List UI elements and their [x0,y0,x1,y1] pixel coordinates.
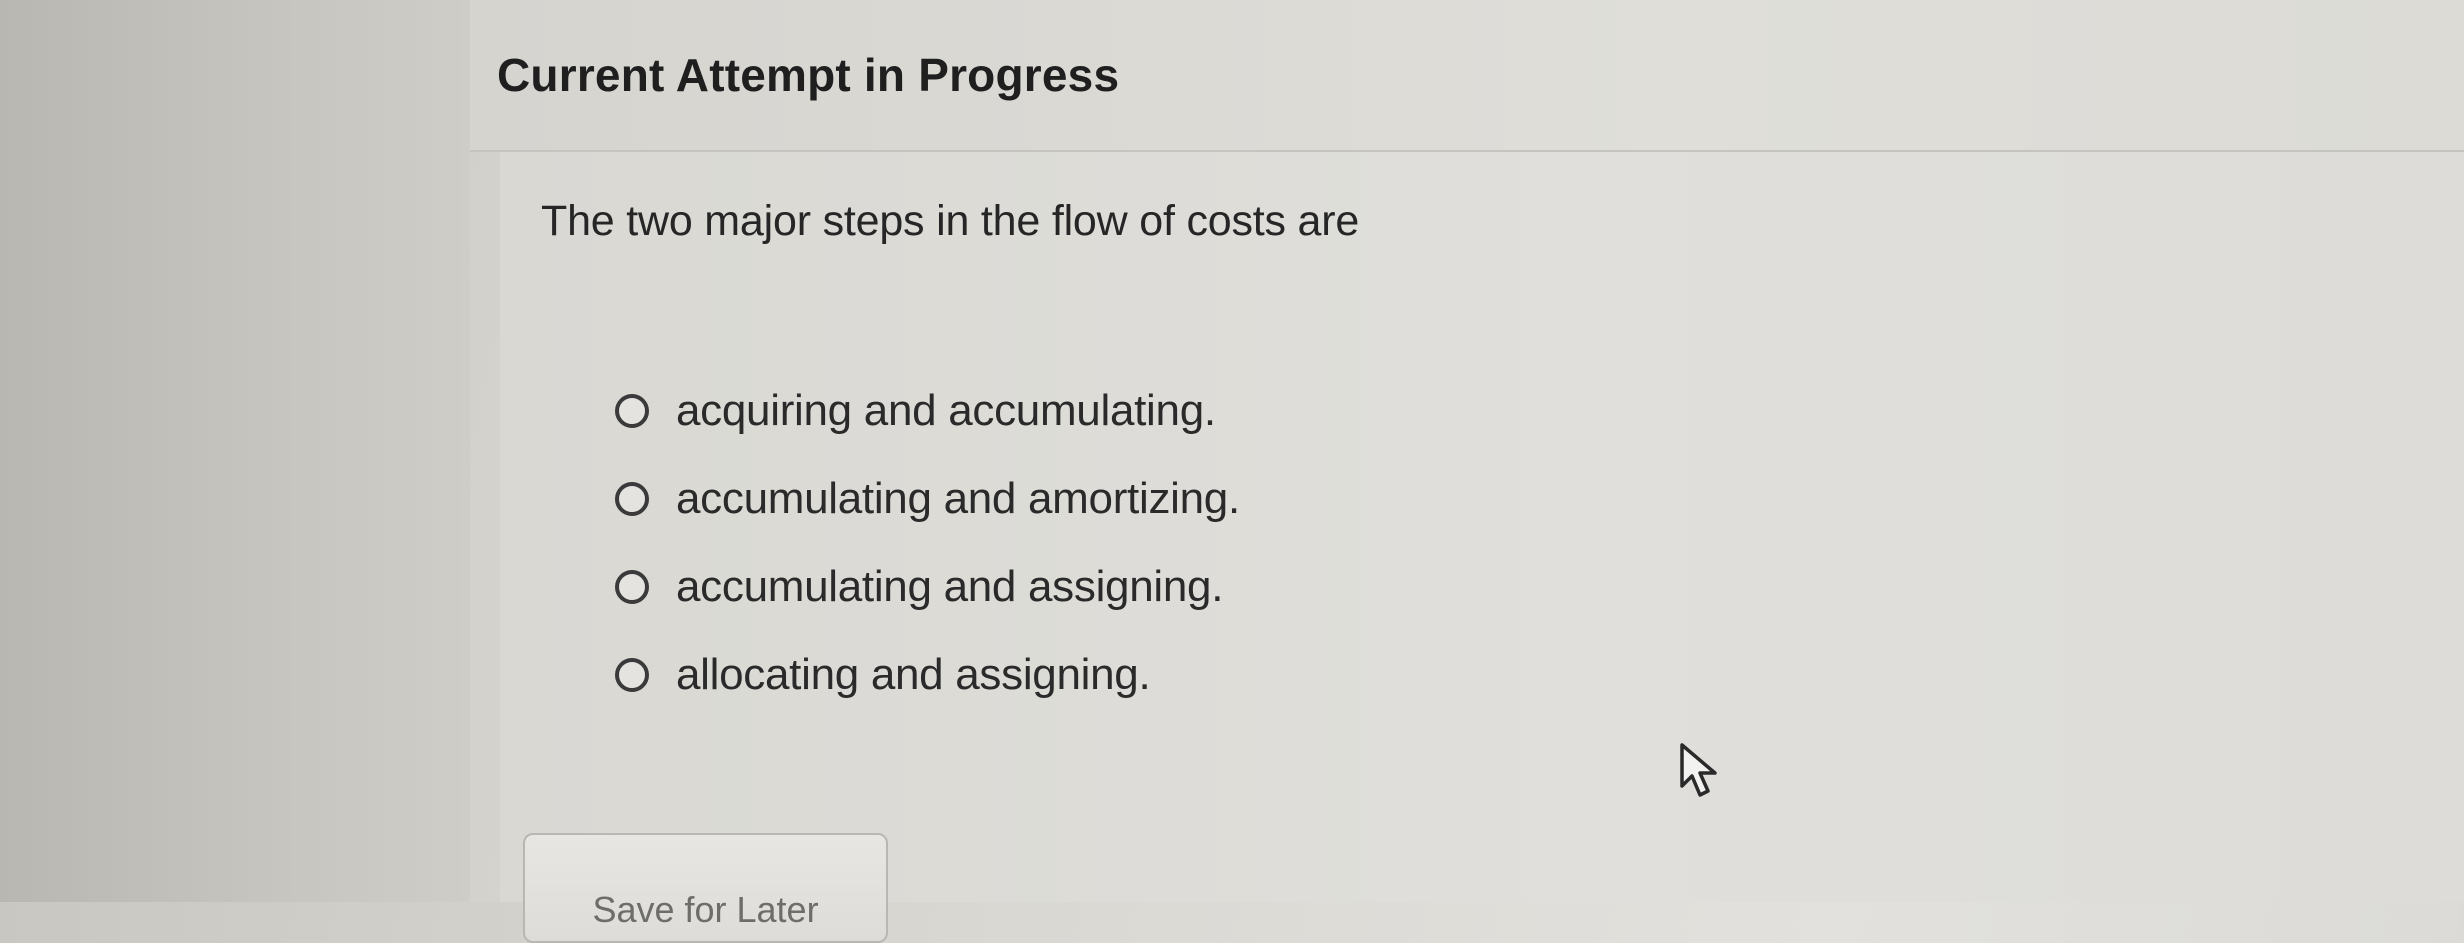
mouse-pointer-icon [1680,743,1717,797]
radio-button-icon[interactable] [615,394,649,428]
answer-option-label: accumulating and assigning. [676,562,1224,611]
answer-option-label: accumulating and amortizing. [676,474,1240,523]
question-prompt: The two major steps in the flow of costs… [541,197,1360,245]
answer-option-1[interactable]: acquiring and accumulating. [615,367,1240,455]
radio-button-icon[interactable] [615,482,649,516]
answer-option-4[interactable]: allocating and assigning. [615,631,1240,719]
save-for-later-button[interactable]: Save for Later [523,833,888,943]
page-title: Current Attempt in Progress [497,49,1120,101]
answer-options: acquiring and accumulating. accumulating… [615,367,1240,719]
answer-option-label: allocating and assigning. [676,650,1151,699]
radio-button-icon[interactable] [615,658,649,692]
radio-button-icon[interactable] [615,570,649,604]
page-background-left [0,0,470,902]
answer-option-3[interactable]: accumulating and assigning. [615,543,1240,631]
answer-option-2[interactable]: accumulating and amortizing. [615,455,1240,543]
answer-option-label: acquiring and accumulating. [676,386,1216,435]
